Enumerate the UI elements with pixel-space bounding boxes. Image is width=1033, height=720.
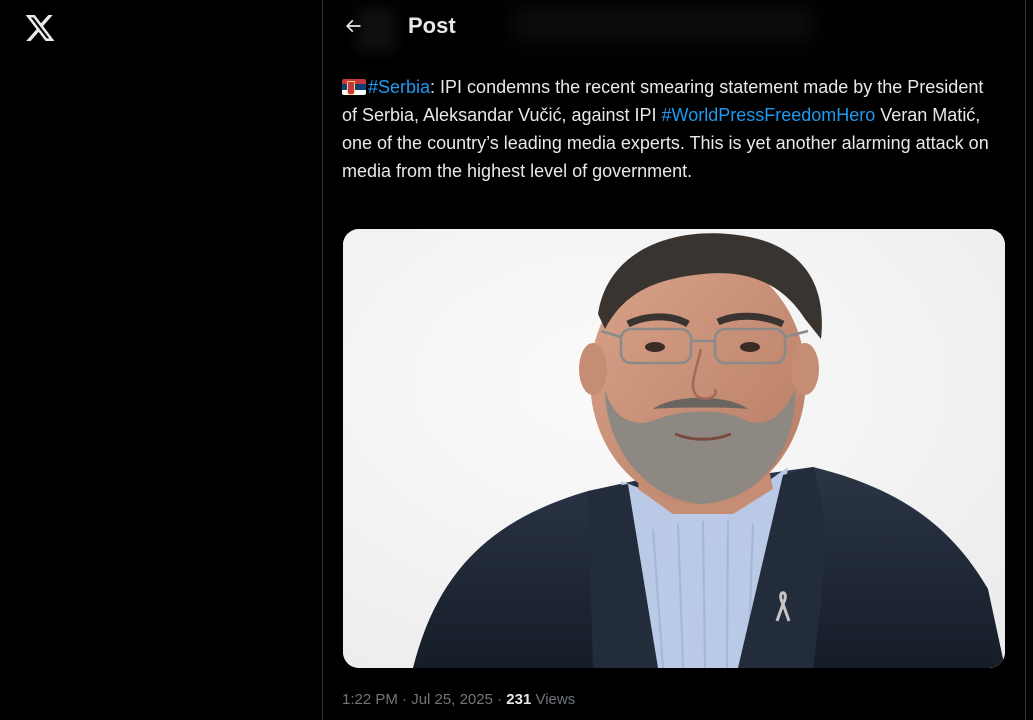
post-time-link[interactable]: 1:22 PM <box>342 691 398 708</box>
x-logo-icon[interactable] <box>24 12 56 44</box>
serbia-flag-icon <box>342 79 366 95</box>
views-label: Views <box>531 691 576 708</box>
back-button[interactable] <box>335 8 371 44</box>
portrait-photo <box>343 229 1005 668</box>
column-divider-right <box>1025 0 1026 720</box>
views-count: 231 <box>506 691 532 708</box>
tweet-text: #Serbia: IPI condemns the recent smearin… <box>342 73 992 185</box>
post-date-link[interactable]: Jul 25, 2025 <box>411 691 493 708</box>
hashtag-worldpressfreedomhero-link[interactable]: #WorldPressFreedomHero <box>662 105 876 125</box>
arrow-left-icon <box>345 19 361 33</box>
header-blur-area-2 <box>513 6 813 42</box>
page-header: Post <box>323 0 1025 53</box>
meta-separator: · <box>397 691 412 708</box>
left-nav-rail <box>0 0 322 720</box>
hashtag-serbia-link[interactable]: #Serbia <box>368 77 430 97</box>
tweet-photo[interactable] <box>343 229 1005 668</box>
post-meta: 1:22 PM · Jul 25, 2025 · 231 Views <box>342 689 575 711</box>
main-column: Post #Serbia: IPI condemns the recent sm… <box>323 0 1025 720</box>
meta-separator: · <box>492 691 507 708</box>
page-title: Post <box>408 13 456 38</box>
